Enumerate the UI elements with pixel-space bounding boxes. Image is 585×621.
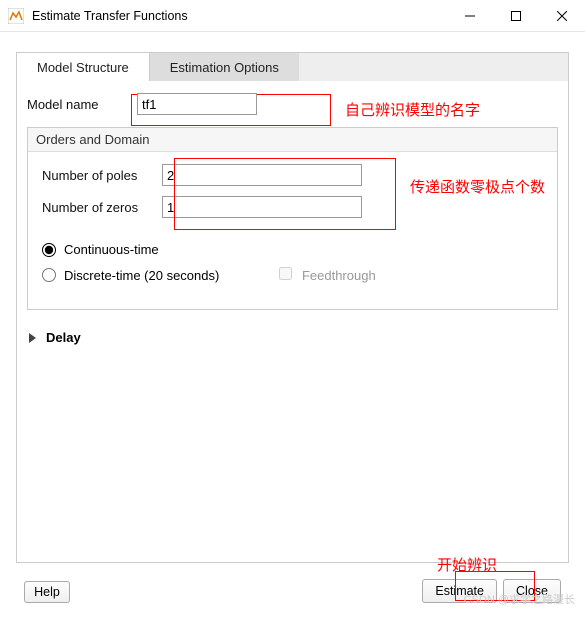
continuous-time-label: Continuous-time	[64, 242, 159, 257]
close-window-button[interactable]	[539, 0, 585, 32]
feedthrough-label: Feedthrough	[302, 268, 376, 283]
app-icon	[8, 8, 24, 24]
annotation-text-estimate: 开始辨识	[437, 554, 497, 575]
discrete-time-label: Discrete-time (20 seconds)	[64, 268, 219, 283]
tab-model-structure[interactable]: Model Structure	[17, 53, 150, 81]
poles-label: Number of poles	[42, 168, 162, 183]
maximize-button[interactable]	[493, 0, 539, 32]
window-titlebar: Estimate Transfer Functions	[0, 0, 585, 32]
feedthrough-checkbox	[279, 267, 292, 280]
time-domain-radios: Continuous-time Discrete-time (20 second…	[42, 242, 547, 283]
delay-label: Delay	[46, 330, 81, 345]
tab-estimation-options[interactable]: Estimation Options	[150, 53, 299, 81]
footer-right: Estimate Close	[422, 579, 561, 603]
poles-input[interactable]	[162, 164, 362, 186]
orders-domain-body: 传递函数零极点个数 Number of poles Number of zero…	[28, 152, 557, 309]
discrete-time-radio[interactable]	[42, 268, 56, 282]
expand-icon	[29, 333, 36, 343]
help-button[interactable]: Help	[24, 581, 70, 603]
zeros-row: Number of zeros	[42, 196, 547, 218]
discrete-time-row: Discrete-time (20 seconds) Feedthrough	[42, 267, 547, 283]
model-name-label: Model name	[27, 97, 137, 112]
delay-section[interactable]: Delay	[29, 330, 558, 345]
continuous-time-row: Continuous-time	[42, 242, 547, 257]
tab-bar: Model Structure Estimation Options	[17, 53, 568, 81]
zeros-input[interactable]	[162, 196, 362, 218]
orders-domain-group: Orders and Domain 传递函数零极点个数 Number of po…	[27, 127, 558, 310]
orders-domain-title: Orders and Domain	[28, 128, 557, 152]
main-panel: Model Structure Estimation Options 自己辨识模…	[16, 52, 569, 563]
panel-body: 自己辨识模型的名字 Model name Orders and Domain 传…	[17, 81, 568, 562]
window-title: Estimate Transfer Functions	[32, 9, 447, 23]
close-button[interactable]: Close	[503, 579, 561, 603]
minimize-button[interactable]	[447, 0, 493, 32]
footer: Help 开始辨识 Estimate Close	[16, 563, 569, 613]
model-name-input[interactable]	[137, 93, 257, 115]
zeros-label: Number of zeros	[42, 200, 162, 215]
annotation-text-poles-zeros: 传递函数零极点个数	[410, 176, 545, 197]
estimate-button[interactable]: Estimate	[422, 579, 497, 603]
content: Model Structure Estimation Options 自己辨识模…	[0, 32, 585, 621]
feedthrough-wrap: Feedthrough	[279, 267, 375, 283]
model-name-row: Model name	[27, 93, 558, 115]
continuous-time-radio[interactable]	[42, 243, 56, 257]
